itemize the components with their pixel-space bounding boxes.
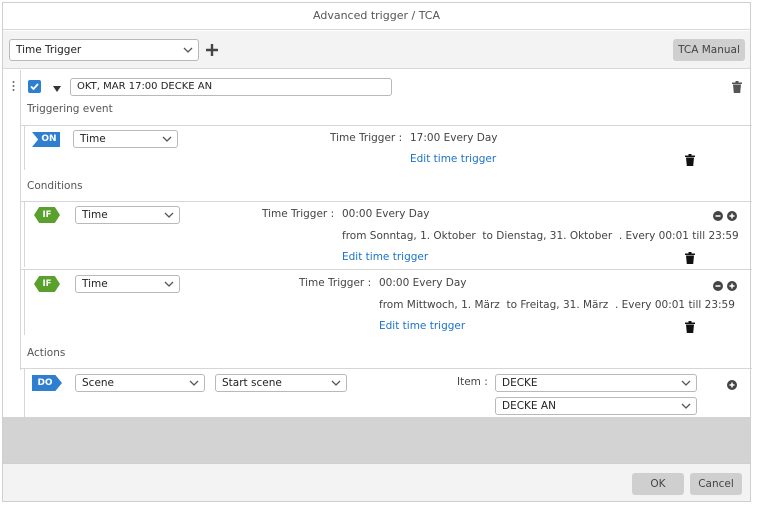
condition-1-info-label: Time Trigger : [262,208,335,220]
condition-1-type-select[interactable]: Time [75,206,180,224]
drag-handle-icon[interactable] [12,80,15,94]
condition-2-info-value: 00:00 Every Day [379,277,467,289]
triggering-type-value: Time [80,133,106,145]
chevron-down-icon [188,375,200,391]
condition-1-remove-icon[interactable] [713,211,723,221]
on-badge: ON [32,132,60,147]
chevron-down-icon [163,276,175,292]
actions-left-border [24,369,25,417]
triggering-left-border [24,126,25,170]
action-item-label: Item : [457,376,488,388]
chevron-down-icon [163,207,175,223]
action-item-value: DECKE [502,377,538,389]
trigger-type-select[interactable]: Time Trigger [9,39,199,61]
rule-name-input[interactable]: OKT, MAR 17:00 DECKE AN [70,78,392,96]
trigger-type-value: Time Trigger [16,44,82,56]
condition-2-edit-link[interactable]: Edit time trigger [379,320,465,332]
condition-2-info-label: Time Trigger : [299,277,372,289]
condition-2-remove-icon[interactable] [713,281,723,291]
condition-separator [21,269,752,270]
condition-2-trash-icon[interactable] [685,321,695,333]
add-icon[interactable] [205,43,219,57]
delete-rule-trash-icon[interactable] [732,81,742,93]
condition-2-range: from Mittwoch, 1. März to Freitag, 31. M… [379,299,735,311]
tca-manual-button[interactable]: TCA Manual [673,39,745,61]
action-scene-value: DECKE AN [502,400,556,412]
rule-left-border [20,70,21,370]
condition-2-if-badge: IF [34,276,60,292]
chevron-down-icon [330,375,342,391]
triggering-event-heading: Triggering event [27,103,113,115]
action-add-icon[interactable] [727,380,737,390]
delete-trigger-trash-icon[interactable] [685,154,695,166]
chevron-down-icon [182,40,194,60]
conditions-heading: Conditions [27,180,83,192]
triggering-info-value: 17:00 Every Day [410,132,498,144]
triggering-type-select[interactable]: Time [73,130,178,148]
chevron-down-icon [680,375,692,391]
condition-2-type-select[interactable]: Time [75,275,180,293]
chevron-down-icon [161,131,173,147]
action-command-value: Start scene [222,377,282,389]
advanced-trigger-dialog: Advanced trigger / TCA Time Trigger TCA … [2,2,752,502]
chevron-down-icon [680,398,692,414]
condition-2-add-icon[interactable] [727,281,737,291]
do-badge: DO [32,375,62,391]
ok-button[interactable]: OK [632,473,684,495]
action-scene-select[interactable]: DECKE AN [495,397,697,415]
triggering-edit-link[interactable]: Edit time trigger [410,153,496,165]
toolbar: Time Trigger TCA Manual [3,31,750,69]
condition-1-edit-link[interactable]: Edit time trigger [342,251,428,263]
triggering-divider [21,125,752,126]
action-item-select[interactable]: DECKE [495,374,697,392]
dialog-footer: OK Cancel [3,463,750,501]
action-type-value: Scene [82,377,115,389]
dialog-title: Advanced trigger / TCA [3,3,750,30]
condition-2-left-border [24,270,25,335]
empty-area [3,417,750,463]
triggering-info-label: Time Trigger : [330,132,403,144]
cancel-button[interactable]: Cancel [690,473,742,495]
action-command-select[interactable]: Start scene [215,374,347,392]
condition-1-left-border [24,202,25,267]
rule-content: OKT, MAR 17:00 DECKE AN Triggering event… [3,70,752,417]
action-type-select[interactable]: Scene [75,374,205,392]
condition-1-type-value: Time [82,209,108,221]
condition-1-if-badge: IF [34,207,60,223]
rule-enabled-checkbox[interactable] [28,80,41,93]
condition-2-type-value: Time [82,278,108,290]
condition-1-add-icon[interactable] [727,211,737,221]
conditions-divider [21,201,752,202]
check-icon [30,83,39,91]
collapse-caret-icon[interactable] [53,83,61,96]
condition-1-trash-icon[interactable] [685,252,695,264]
condition-1-info-value: 00:00 Every Day [342,208,430,220]
condition-1-range: from Sonntag, 1. Oktober to Dienstag, 31… [342,230,739,242]
actions-divider [21,368,752,369]
actions-heading: Actions [27,347,66,359]
